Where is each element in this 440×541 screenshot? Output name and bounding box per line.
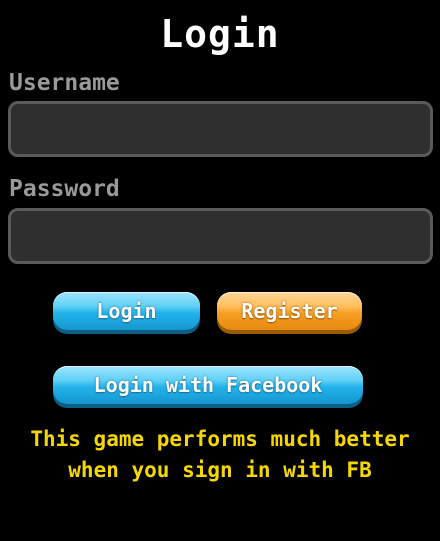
password-label: Password — [9, 176, 120, 202]
username-input[interactable] — [8, 101, 433, 157]
register-button[interactable]: Register — [217, 292, 362, 330]
password-input[interactable] — [8, 208, 433, 264]
username-label: Username — [9, 70, 120, 96]
facebook-notice-text: This game performs much better when you … — [30, 427, 410, 482]
login-title: Login — [160, 12, 280, 56]
login-button[interactable]: Login — [53, 292, 200, 330]
facebook-login-button[interactable]: Login with Facebook — [53, 366, 363, 404]
